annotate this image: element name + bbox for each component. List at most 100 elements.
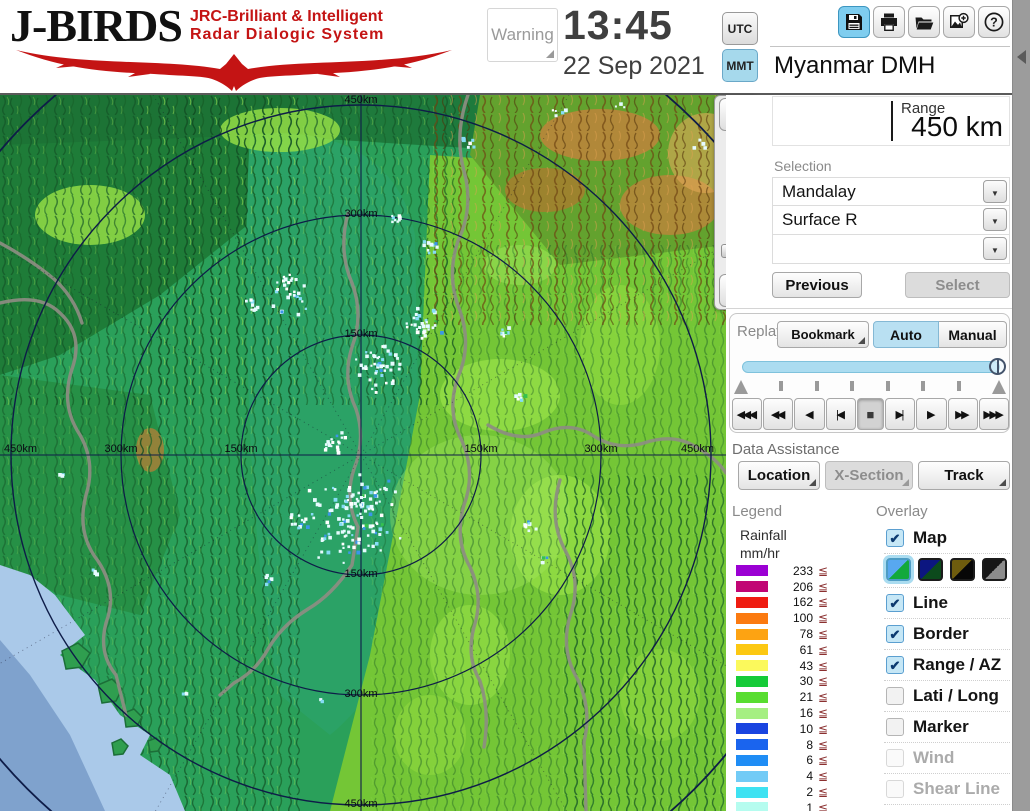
chevron-down-icon: ▼ (991, 189, 999, 198)
checkbox-lati-long[interactable] (886, 687, 904, 705)
collapse-arrow-icon (1017, 50, 1026, 64)
range-ring-label: 450km (4, 443, 37, 455)
save-button[interactable] (838, 6, 870, 38)
leq-symbol: ≦ (817, 658, 828, 673)
data-assistance-track-button[interactable]: Track (918, 461, 1010, 490)
warning-button[interactable]: Warning (487, 8, 558, 62)
legend-unit-rainfall: Rainfall (740, 527, 787, 543)
add-image-button[interactable] (943, 6, 975, 38)
legend-threshold-value: 162 (792, 595, 813, 610)
leq-symbol: ≦ (817, 753, 828, 768)
range-ring-label: 450km (681, 443, 714, 455)
overlay-item-label: Border (913, 624, 969, 643)
legend-color-swatch (736, 612, 768, 624)
checkbox-range-az[interactable]: ✔ (886, 656, 904, 674)
dropdown-arrow-button[interactable]: ▼ (983, 237, 1007, 260)
leq-symbol: ≦ (817, 611, 828, 626)
replay-stop-button[interactable]: ■ (856, 398, 885, 430)
replay-step-forward-button[interactable]: ▶| (885, 398, 916, 430)
replay-step-back-button[interactable]: |◀ (825, 398, 856, 430)
chevron-down-icon: ▼ (991, 217, 999, 226)
replay-rewind-button[interactable]: ◀◀ (763, 398, 794, 430)
data-assistance-location-button[interactable]: Location (738, 461, 820, 490)
legend-threshold-value: 206 (792, 579, 813, 594)
overlay-row-marker: Marker (884, 711, 1010, 742)
toolbar-separator (770, 46, 1010, 47)
replay-forward-button[interactable]: ▶▶ (947, 398, 978, 430)
slider-end-marker[interactable] (991, 380, 1006, 394)
logo-title: J-BIRDS (10, 0, 183, 51)
leq-symbol: ≦ (817, 642, 828, 657)
add-image-icon (950, 12, 969, 28)
replay-play-reverse-button[interactable]: ◀ (794, 398, 825, 430)
range-ring-label: 450km (344, 798, 377, 810)
legend-color-swatch (736, 660, 768, 672)
section-divider (726, 308, 1012, 309)
checkbox-line[interactable]: ✔ (886, 594, 904, 612)
auto-mode-button[interactable]: Auto (873, 321, 939, 348)
replay-slider-ticks (734, 377, 1006, 394)
legend-row: 1 ≦ (736, 800, 828, 811)
slider-tick (814, 381, 819, 391)
legend-row: 6 ≦ (736, 753, 828, 769)
selection-field-2[interactable]: Surface R ▼ (772, 206, 1010, 235)
legend-row: 233 ≦ (736, 563, 828, 579)
open-folder-button[interactable] (908, 6, 940, 38)
dropdown-arrow-button[interactable]: ▼ (983, 180, 1007, 203)
map-style-olive-button[interactable] (950, 558, 975, 581)
slider-tick (956, 381, 961, 391)
legend-color-swatch (736, 596, 768, 608)
utc-button[interactable]: UTC (722, 12, 758, 45)
range-ring-label: 450km (344, 95, 377, 106)
leq-symbol: ≦ (817, 690, 828, 705)
map-style-grayscale-button[interactable] (982, 558, 1007, 581)
range-ring-label: 300km (344, 688, 377, 700)
selection-field-value: Mandalay (782, 181, 856, 201)
replay-slider-thumb[interactable] (989, 358, 1006, 375)
mmt-button[interactable]: MMT (722, 49, 758, 82)
legend-row: 43 ≦ (736, 658, 828, 674)
selection-field-1[interactable]: Mandalay ▼ (772, 177, 1010, 206)
legend-row: 162 ≦ (736, 595, 828, 611)
slider-tick (921, 381, 926, 391)
replay-forward-fast-button[interactable]: ▶▶▶ (978, 398, 1009, 430)
replay-rewind-fast-button[interactable]: ◀◀◀ (732, 398, 763, 430)
radar-map-display[interactable]: 450km 300km 150km 150km 300km 450km 450km 300km… (0, 0, 834, 811)
overlay-row-line: ✔ Line (884, 587, 1010, 618)
legend-threshold-value: 78 (799, 627, 813, 642)
checkbox-marker[interactable] (886, 718, 904, 736)
legend-unit-mmhr: mm/hr (740, 545, 780, 561)
range-value: 450 km (911, 111, 1003, 142)
legend-row: 30 ≦ (736, 674, 828, 690)
map-style-dark-terrain-button[interactable] (918, 558, 943, 581)
panel-collapse-strip[interactable] (1012, 0, 1030, 811)
replay-play-button[interactable]: ▶ (916, 398, 947, 430)
dropdown-arrow-button[interactable]: ▼ (983, 208, 1007, 231)
overlay-item-label: Map (913, 528, 947, 547)
leq-symbol: ≦ (817, 785, 828, 800)
overlay-item-label: Range / AZ (913, 655, 1002, 674)
bookmark-button[interactable]: Bookmark (777, 321, 869, 348)
checkbox-map[interactable]: ✔ (886, 529, 904, 547)
print-button[interactable] (873, 6, 905, 38)
slider-tick (885, 381, 890, 391)
legend-color-swatch (736, 707, 768, 719)
legend-threshold-value: 43 (799, 658, 813, 673)
previous-button[interactable]: Previous (772, 272, 862, 298)
legend-threshold-value: 16 (799, 706, 813, 721)
replay-slider-track[interactable] (742, 358, 1006, 375)
help-button[interactable]: ? (978, 6, 1010, 38)
manual-mode-button[interactable]: Manual (939, 321, 1007, 348)
jbirds-logo: J-BIRDS JRC-Brilliant & Intelligent Rada… (10, 0, 470, 91)
toolbar: ? (838, 6, 1010, 38)
leq-symbol: ≦ (817, 737, 828, 752)
eagle-icon (16, 50, 452, 91)
leq-symbol: ≦ (817, 800, 828, 811)
map-style-terrain-button[interactable] (886, 558, 911, 581)
logo-tagline: JRC-Brilliant & Intelligent Radar Dialog… (189, 8, 385, 43)
selection-field-3[interactable]: ▼ (772, 235, 1010, 264)
slider-start-marker[interactable] (734, 380, 748, 394)
checkbox-border[interactable]: ✔ (886, 625, 904, 643)
legend-threshold-value: 21 (799, 690, 813, 705)
check-icon: ✔ (889, 657, 901, 673)
